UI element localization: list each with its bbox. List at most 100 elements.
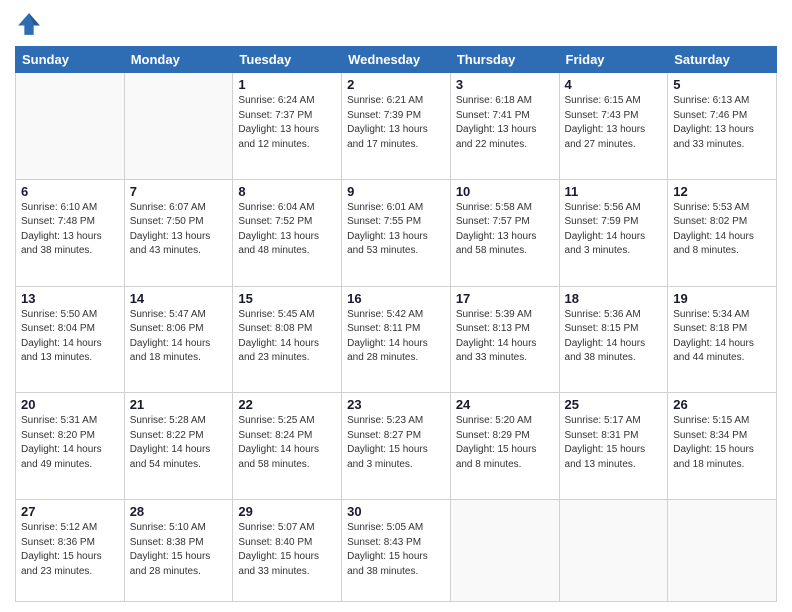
day-info: Sunrise: 5:28 AM Sunset: 8:22 PM Dayligh… [130,414,228,472]
day-number: 8 [238,184,336,199]
calendar-cell: 26 Sunrise: 5:15 AM Sunset: 8:34 PM Dayli… [668,393,777,500]
calendar-cell: 27 Sunrise: 5:12 AM Sunset: 8:36 PM Dayli… [16,500,125,602]
calendar-week-3: 20 Sunrise: 5:31 AM Sunset: 8:20 PM Dayli… [16,393,777,500]
day-number: 14 [130,291,228,306]
calendar-cell: 19 Sunrise: 5:34 AM Sunset: 8:18 PM Dayli… [668,286,777,393]
day-number: 13 [21,291,119,306]
day-number: 25 [565,397,663,412]
day-number: 28 [130,504,228,519]
day-info: Sunrise: 6:15 AM Sunset: 7:43 PM Dayligh… [565,94,663,152]
day-number: 5 [673,77,771,92]
day-number: 2 [347,77,445,92]
day-info: Sunrise: 5:53 AM Sunset: 8:02 PM Dayligh… [673,201,771,259]
calendar-week-1: 6 Sunrise: 6:10 AM Sunset: 7:48 PM Daylig… [16,179,777,286]
calendar-cell: 18 Sunrise: 5:36 AM Sunset: 8:15 PM Dayli… [559,286,668,393]
calendar-cell: 9 Sunrise: 6:01 AM Sunset: 7:55 PM Daylig… [342,179,451,286]
day-info: Sunrise: 5:47 AM Sunset: 8:06 PM Dayligh… [130,308,228,366]
day-info: Sunrise: 5:58 AM Sunset: 7:57 PM Dayligh… [456,201,554,259]
day-number: 23 [347,397,445,412]
weekday-header-friday: Friday [559,47,668,73]
calendar-cell: 13 Sunrise: 5:50 AM Sunset: 8:04 PM Dayli… [16,286,125,393]
day-number: 17 [456,291,554,306]
day-number: 24 [456,397,554,412]
calendar-cell: 22Sunrise: 5:25 AM Sunset: 8:24 PM Dayli… [233,393,342,500]
day-info: Sunrise: 5:05 AM Sunset: 8:43 PM Dayligh… [347,521,445,579]
weekday-header-saturday: Saturday [668,47,777,73]
day-info: Sunrise: 5:56 AM Sunset: 7:59 PM Dayligh… [565,201,663,259]
day-number: 21 [130,397,228,412]
day-info: Sunrise: 6:18 AM Sunset: 7:41 PM Dayligh… [456,94,554,152]
day-number: 30 [347,504,445,519]
day-info: Sunrise: 6:01 AM Sunset: 7:55 PM Dayligh… [347,201,445,259]
calendar-cell: 20 Sunrise: 5:31 AM Sunset: 8:20 PM Dayli… [16,393,125,500]
day-info: Sunrise: 6:21 AM Sunset: 7:39 PM Dayligh… [347,94,445,152]
calendar-cell: 6 Sunrise: 6:10 AM Sunset: 7:48 PM Daylig… [16,179,125,286]
calendar-cell: 1 Sunrise: 6:24 AM Sunset: 7:37 PM Daylig… [233,73,342,180]
calendar-cell: 2 Sunrise: 6:21 AM Sunset: 7:39 PM Daylig… [342,73,451,180]
day-info: Sunrise: 6:10 AM Sunset: 7:48 PM Dayligh… [21,201,119,259]
calendar-week-4: 27 Sunrise: 5:12 AM Sunset: 8:36 PM Dayli… [16,500,777,602]
calendar-cell: 15Sunrise: 5:45 AM Sunset: 8:08 PM Dayli… [233,286,342,393]
calendar-cell [450,500,559,602]
calendar-cell [16,73,125,180]
weekday-header-sunday: Sunday [16,47,125,73]
day-info: Sunrise: 6:13 AM Sunset: 7:46 PM Dayligh… [673,94,771,152]
calendar-cell: 4 Sunrise: 6:15 AM Sunset: 7:43 PM Daylig… [559,73,668,180]
day-number: 1 [238,77,336,92]
weekday-header-tuesday: Tuesday [233,47,342,73]
day-info: Sunrise: 6:24 AM Sunset: 7:37 PM Dayligh… [238,94,336,152]
calendar-week-0: 1 Sunrise: 6:24 AM Sunset: 7:37 PM Daylig… [16,73,777,180]
calendar-cell: 12Sunrise: 5:53 AM Sunset: 8:02 PM Dayli… [668,179,777,286]
day-number: 19 [673,291,771,306]
day-info: Sunrise: 5:42 AM Sunset: 8:11 PM Dayligh… [347,308,445,366]
weekday-header-thursday: Thursday [450,47,559,73]
day-number: 9 [347,184,445,199]
day-number: 20 [21,397,119,412]
calendar-cell [559,500,668,602]
calendar-cell [124,73,233,180]
day-info: Sunrise: 5:39 AM Sunset: 8:13 PM Dayligh… [456,308,554,366]
page: SundayMondayTuesdayWednesdayThursdayFrid… [0,0,792,612]
calendar-cell: 21 Sunrise: 5:28 AM Sunset: 8:22 PM Dayli… [124,393,233,500]
calendar-table: SundayMondayTuesdayWednesdayThursdayFrid… [15,46,777,602]
calendar-cell: 5 Sunrise: 6:13 AM Sunset: 7:46 PM Daylig… [668,73,777,180]
day-number: 11 [565,184,663,199]
calendar-week-2: 13 Sunrise: 5:50 AM Sunset: 8:04 PM Dayli… [16,286,777,393]
day-number: 6 [21,184,119,199]
calendar-cell: 24 Sunrise: 5:20 AM Sunset: 8:29 PM Dayli… [450,393,559,500]
calendar-cell: 29 Sunrise: 5:07 AM Sunset: 8:40 PM Dayli… [233,500,342,602]
calendar-cell: 28Sunrise: 5:10 AM Sunset: 8:38 PM Dayli… [124,500,233,602]
day-info: Sunrise: 5:31 AM Sunset: 8:20 PM Dayligh… [21,414,119,472]
day-info: Sunrise: 5:34 AM Sunset: 8:18 PM Dayligh… [673,308,771,366]
calendar-cell: 8Sunrise: 6:04 AM Sunset: 7:52 PM Daylig… [233,179,342,286]
calendar-cell: 7Sunrise: 6:07 AM Sunset: 7:50 PM Daylig… [124,179,233,286]
day-info: Sunrise: 5:20 AM Sunset: 8:29 PM Dayligh… [456,414,554,472]
day-info: Sunrise: 5:15 AM Sunset: 8:34 PM Dayligh… [673,414,771,472]
day-info: Sunrise: 5:45 AM Sunset: 8:08 PM Dayligh… [238,308,336,366]
day-number: 29 [238,504,336,519]
weekday-header-row: SundayMondayTuesdayWednesdayThursdayFrid… [16,47,777,73]
day-number: 4 [565,77,663,92]
logo [15,10,47,38]
weekday-header-wednesday: Wednesday [342,47,451,73]
day-info: Sunrise: 5:07 AM Sunset: 8:40 PM Dayligh… [238,521,336,579]
day-info: Sunrise: 5:25 AM Sunset: 8:24 PM Dayligh… [238,414,336,472]
day-number: 18 [565,291,663,306]
day-number: 10 [456,184,554,199]
calendar-cell: 17 Sunrise: 5:39 AM Sunset: 8:13 PM Dayli… [450,286,559,393]
calendar-cell [668,500,777,602]
day-number: 7 [130,184,228,199]
calendar-cell: 23Sunrise: 5:23 AM Sunset: 8:27 PM Dayli… [342,393,451,500]
calendar-cell: 30 Sunrise: 5:05 AM Sunset: 8:43 PM Dayli… [342,500,451,602]
day-number: 26 [673,397,771,412]
weekday-header-monday: Monday [124,47,233,73]
calendar-cell: 3Sunrise: 6:18 AM Sunset: 7:41 PM Daylig… [450,73,559,180]
header [15,10,777,38]
day-info: Sunrise: 5:12 AM Sunset: 8:36 PM Dayligh… [21,521,119,579]
logo-icon [15,10,43,38]
calendar-cell: 16Sunrise: 5:42 AM Sunset: 8:11 PM Dayli… [342,286,451,393]
day-info: Sunrise: 5:36 AM Sunset: 8:15 PM Dayligh… [565,308,663,366]
day-number: 27 [21,504,119,519]
calendar-cell: 14 Sunrise: 5:47 AM Sunset: 8:06 PM Dayli… [124,286,233,393]
day-info: Sunrise: 5:50 AM Sunset: 8:04 PM Dayligh… [21,308,119,366]
